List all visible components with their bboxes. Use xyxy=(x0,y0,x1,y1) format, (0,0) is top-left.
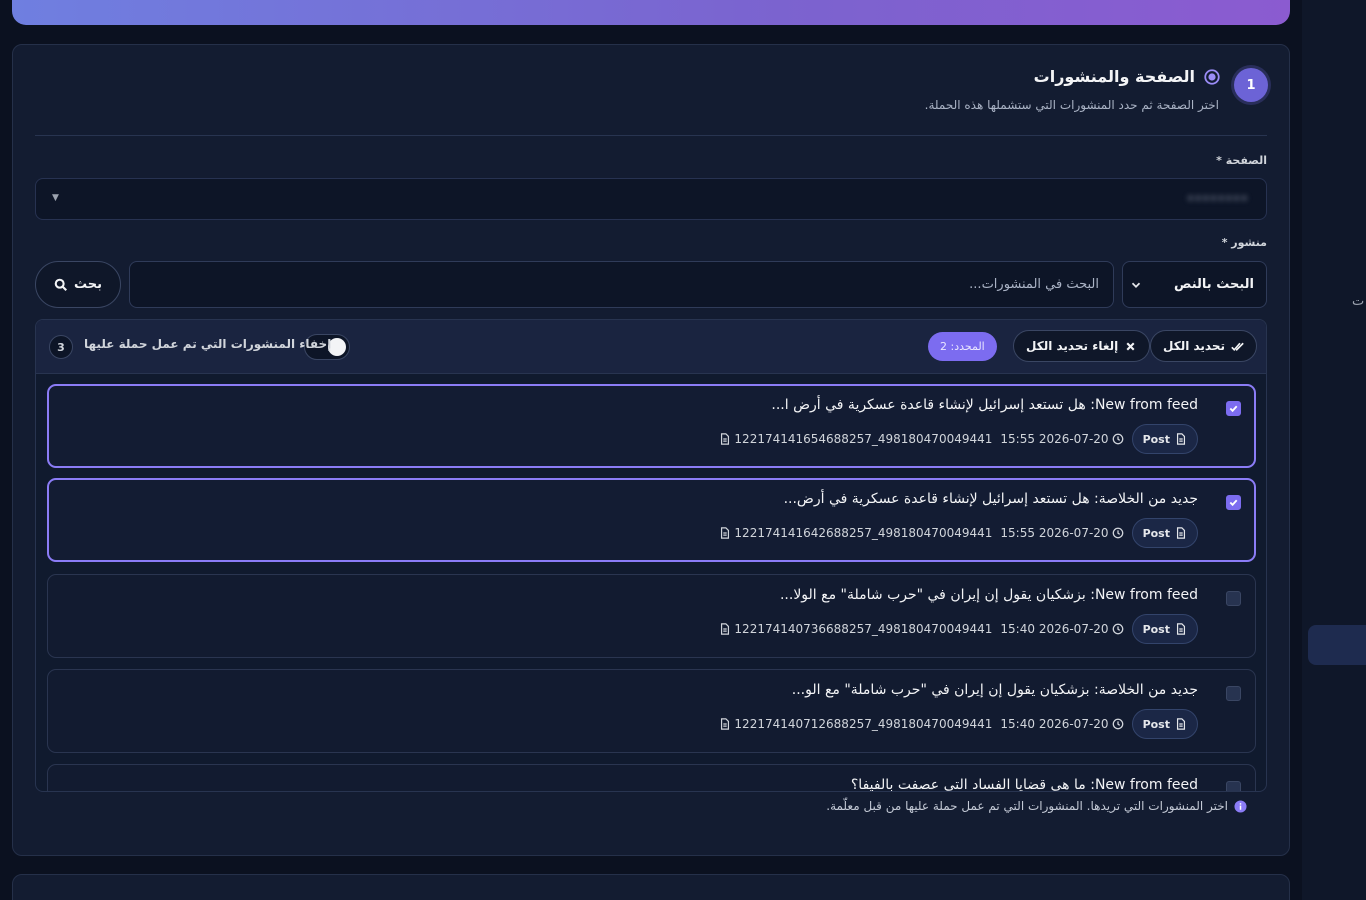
post-meta: Post 2026-07-20 15:55 498180470049441_12… xyxy=(719,518,1198,548)
post-id-text: 498180470049441_122174141642688257 xyxy=(734,526,993,540)
selected-count-badge: المحدد: 2 xyxy=(928,332,997,361)
post-field-label: منشور * xyxy=(1221,236,1267,249)
search-input[interactable] xyxy=(129,261,1114,308)
info-icon xyxy=(1234,799,1247,813)
post-id-text: 498180470049441_122174141654688257 xyxy=(734,432,993,446)
check-icon xyxy=(1229,405,1238,413)
select-all-button[interactable]: تحديد الكل xyxy=(1150,330,1258,362)
search-type-select[interactable]: البحث بالنص xyxy=(1122,261,1267,308)
post-title: جديد من الخلاصة: هل تستعد إسرائيل لإنشاء… xyxy=(783,491,1198,507)
post-datetime: 2026-07-20 15:55 xyxy=(1000,432,1109,446)
post-checkbox[interactable] xyxy=(1226,401,1241,416)
section-title: الصفحة والمنشورات xyxy=(1033,67,1195,86)
top-banner xyxy=(12,0,1290,25)
step-badge: 1 xyxy=(1234,68,1268,102)
post-meta: Post 2026-07-20 15:40 498180470049441_12… xyxy=(719,614,1198,644)
post-id-text: 498180470049441_122174140712688257 xyxy=(734,717,993,731)
post-type-badge: Post xyxy=(1131,614,1198,644)
target-icon xyxy=(1204,68,1220,85)
side-panel-text: ت xyxy=(1352,294,1365,309)
post-checkbox[interactable] xyxy=(1226,591,1241,606)
page-field-label: الصفحة * xyxy=(1216,154,1267,167)
page-select-value: •••••••• xyxy=(1186,192,1248,207)
post-meta: Post 2026-07-20 15:40 498180470049441_12… xyxy=(719,709,1198,739)
post-item[interactable]: جديد من الخلاصة: هل تستعد إسرائيل لإنشاء… xyxy=(47,478,1256,562)
section-subtitle: اختر الصفحة ثم حدد المنشورات التي ستشمله… xyxy=(924,98,1219,112)
post-type-badge: Post xyxy=(1131,709,1198,739)
post-type-label: Post xyxy=(1142,717,1170,731)
search-button[interactable]: بحث xyxy=(35,261,121,308)
post-type-badge: Post xyxy=(1131,424,1198,454)
post-type-label: Post xyxy=(1142,622,1170,636)
post-type-label: Post xyxy=(1142,526,1170,540)
caret-down-icon: ▼ xyxy=(52,193,59,203)
check-icon xyxy=(1229,499,1238,507)
post-id: 498180470049441_122174140736688257 xyxy=(719,622,992,636)
side-panel-button[interactable] xyxy=(1308,625,1366,665)
post-date: 2026-07-20 15:40 xyxy=(1000,622,1123,636)
post-datetime: 2026-07-20 15:55 xyxy=(1000,526,1109,540)
post-id: 498180470049441_122174141642688257 xyxy=(719,526,992,540)
post-id-text: 498180470049441_122174140736688257 xyxy=(734,622,993,636)
post-id: 498180470049441_122174141654688257 xyxy=(719,432,992,446)
pages-and-posts-card: 1 الصفحة والمنشورات اختر الصفحة ثم حدد ا… xyxy=(12,44,1290,856)
double-check-icon xyxy=(1231,342,1244,351)
search-icon xyxy=(54,278,67,291)
chevron-down-icon xyxy=(1131,282,1141,288)
file-icon xyxy=(721,623,730,635)
post-title: New from feed: هل تستعد إسرائيل لإنشاء ق… xyxy=(771,397,1198,413)
post-checkbox[interactable] xyxy=(1226,781,1241,791)
document-icon xyxy=(1176,527,1186,539)
post-type-label: Post xyxy=(1142,432,1170,446)
file-icon xyxy=(721,718,730,730)
hide-used-posts-label: إخفاء المنشورات التي تم عمل حملة عليها xyxy=(84,337,332,351)
post-item[interactable]: New from feed: هل تستعد إسرائيل لإنشاء ق… xyxy=(47,384,1256,468)
post-title: New from feed: بزشكيان يقول إن إيران في … xyxy=(779,587,1198,603)
clock-icon xyxy=(1112,623,1123,635)
post-item[interactable]: New from feed: ما هي قضايا الفساد التي ع… xyxy=(47,764,1256,791)
help-text: اختر المنشورات التي تريدها. المنشورات ال… xyxy=(826,799,1228,813)
close-icon xyxy=(1126,342,1135,350)
search-type-label: البحث بالنص xyxy=(1174,277,1254,292)
post-title: جديد من الخلاصة: بزشكيان يقول إن إيران ف… xyxy=(791,682,1198,698)
posts-toolbar: تحديد الكل إلغاء تحديد الكل المحدد: 2 إخ… xyxy=(36,320,1266,374)
post-title: New from feed: ما هي قضايا الفساد التي ع… xyxy=(850,777,1198,791)
post-date: 2026-07-20 15:55 xyxy=(1000,432,1123,446)
help-text-row: اختر المنشورات التي تريدها. المنشورات ال… xyxy=(826,799,1247,813)
post-item[interactable]: New from feed: بزشكيان يقول إن إيران في … xyxy=(47,574,1256,658)
side-panel xyxy=(1302,0,1366,900)
file-icon xyxy=(721,433,730,445)
clock-icon xyxy=(1112,433,1123,445)
deselect-all-button[interactable]: إلغاء تحديد الكل xyxy=(1013,330,1151,362)
post-type-badge: Post xyxy=(1131,518,1198,548)
next-section-card xyxy=(12,874,1290,900)
clock-icon xyxy=(1112,718,1123,730)
posts-panel: تحديد الكل إلغاء تحديد الكل المحدد: 2 إخ… xyxy=(35,319,1267,792)
document-icon xyxy=(1176,623,1186,635)
divider xyxy=(35,135,1267,136)
post-item[interactable]: جديد من الخلاصة: بزشكيان يقول إن إيران ف… xyxy=(47,669,1256,753)
post-date: 2026-07-20 15:40 xyxy=(1000,717,1123,731)
document-icon xyxy=(1176,718,1186,730)
document-icon xyxy=(1176,433,1186,445)
post-date: 2026-07-20 15:55 xyxy=(1000,526,1123,540)
deselect-all-label: إلغاء تحديد الكل xyxy=(1026,339,1119,353)
post-checkbox[interactable] xyxy=(1226,495,1241,510)
search-button-label: بحث xyxy=(74,277,103,292)
post-list: New from feed: هل تستعد إسرائيل لإنشاء ق… xyxy=(36,374,1266,791)
post-checkbox[interactable] xyxy=(1226,686,1241,701)
post-datetime: 2026-07-20 15:40 xyxy=(1000,717,1109,731)
select-all-label: تحديد الكل xyxy=(1163,339,1226,353)
hidden-count-badge: 3 xyxy=(49,335,73,359)
file-icon xyxy=(721,527,730,539)
section-header: الصفحة والمنشورات xyxy=(1034,67,1221,86)
post-datetime: 2026-07-20 15:40 xyxy=(1000,622,1109,636)
post-id: 498180470049441_122174140712688257 xyxy=(719,717,992,731)
post-meta: Post 2026-07-20 15:55 498180470049441_12… xyxy=(719,424,1198,454)
clock-icon xyxy=(1112,527,1123,539)
page-select[interactable]: •••••••• ▼ xyxy=(35,178,1267,220)
